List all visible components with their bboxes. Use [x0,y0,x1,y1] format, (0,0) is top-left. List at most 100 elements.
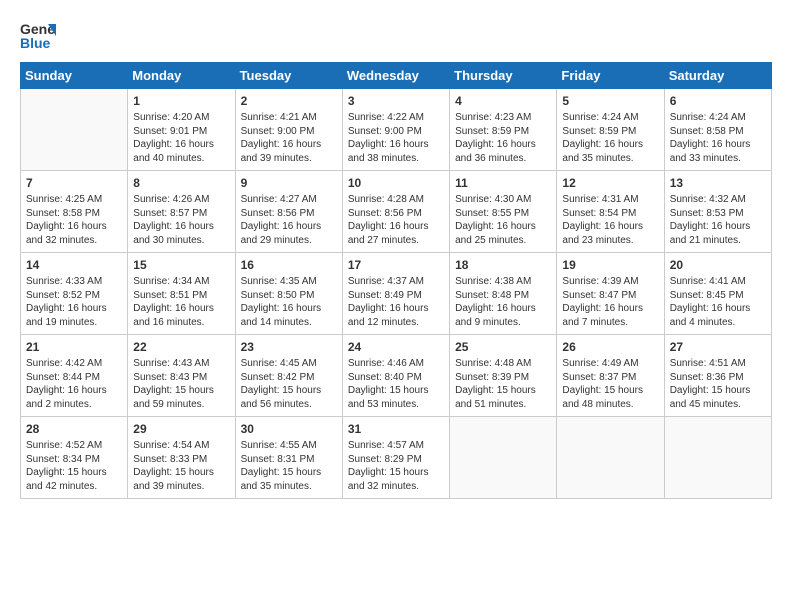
day-info: Sunrise: 4:34 AM Sunset: 8:51 PM Dayligh… [133,275,229,329]
day-info: Sunrise: 4:25 AM Sunset: 8:58 PM Dayligh… [26,193,122,247]
calendar-cell: 17 Sunrise: 4:37 AM Sunset: 8:49 PM Dayli… [342,253,449,335]
day-info: Sunrise: 4:37 AM Sunset: 8:49 PM Dayligh… [348,275,444,329]
day-info: Sunrise: 4:45 AM Sunset: 8:42 PM Dayligh… [241,357,337,411]
day-number: 29 [133,421,229,437]
calendar-cell: 4Sunrise: 4:23 AM Sunset: 8:59 PM Daylig… [450,89,557,171]
day-number: 7 [26,175,122,191]
calendar-cell: 23 Sunrise: 4:45 AM Sunset: 8:42 PM Dayli… [235,335,342,417]
calendar-cell: 29Sunrise: 4:54 AM Sunset: 8:33 PM Dayli… [128,417,235,499]
weekday-header-sunday: Sunday [21,63,128,89]
calendar-week-row: 7 Sunrise: 4:25 AM Sunset: 8:58 PM Daylig… [21,171,772,253]
day-number: 30 [241,421,337,437]
day-number: 5 [562,93,658,109]
day-number: 28 [26,421,122,437]
day-number: 22 [133,339,229,355]
calendar-cell [21,89,128,171]
day-info: Sunrise: 4:46 AM Sunset: 8:40 PM Dayligh… [348,357,444,411]
calendar-cell: 6 Sunrise: 4:24 AM Sunset: 8:58 PM Daylig… [664,89,771,171]
day-number: 16 [241,257,337,273]
calendar-cell: 28 Sunrise: 4:52 AM Sunset: 8:34 PM Dayli… [21,417,128,499]
day-info: Sunrise: 4:32 AM Sunset: 8:53 PM Dayligh… [670,193,766,247]
calendar-cell: 19Sunrise: 4:39 AM Sunset: 8:47 PM Dayli… [557,253,664,335]
day-info: Sunrise: 4:26 AM Sunset: 8:57 PM Dayligh… [133,193,229,247]
calendar-cell: 12 Sunrise: 4:31 AM Sunset: 8:54 PM Dayli… [557,171,664,253]
calendar-cell: 1 Sunrise: 4:20 AM Sunset: 9:01 PM Daylig… [128,89,235,171]
weekday-header-wednesday: Wednesday [342,63,449,89]
day-number: 13 [670,175,766,191]
day-info: Sunrise: 4:55 AM Sunset: 8:31 PM Dayligh… [241,439,337,493]
day-info: Sunrise: 4:39 AM Sunset: 8:47 PM Dayligh… [562,275,658,329]
day-info: Sunrise: 4:38 AM Sunset: 8:48 PM Dayligh… [455,275,551,329]
calendar-cell: 30 Sunrise: 4:55 AM Sunset: 8:31 PM Dayli… [235,417,342,499]
weekday-header-monday: Monday [128,63,235,89]
logo-icon: General Blue [20,16,56,52]
calendar-cell: 31 Sunrise: 4:57 AM Sunset: 8:29 PM Dayli… [342,417,449,499]
day-number: 8 [133,175,229,191]
day-number: 23 [241,339,337,355]
calendar-cell: 18 Sunrise: 4:38 AM Sunset: 8:48 PM Dayli… [450,253,557,335]
day-number: 21 [26,339,122,355]
calendar-cell: 14 Sunrise: 4:33 AM Sunset: 8:52 PM Dayli… [21,253,128,335]
day-info: Sunrise: 4:30 AM Sunset: 8:55 PM Dayligh… [455,193,551,247]
day-number: 2 [241,93,337,109]
day-number: 18 [455,257,551,273]
calendar-cell: 21 Sunrise: 4:42 AM Sunset: 8:44 PM Dayli… [21,335,128,417]
calendar-cell: 7 Sunrise: 4:25 AM Sunset: 8:58 PM Daylig… [21,171,128,253]
day-number: 1 [133,93,229,109]
day-info: Sunrise: 4:22 AM Sunset: 9:00 PM Dayligh… [348,111,444,165]
calendar-cell: 8 Sunrise: 4:26 AM Sunset: 8:57 PM Daylig… [128,171,235,253]
calendar-week-row: 1 Sunrise: 4:20 AM Sunset: 9:01 PM Daylig… [21,89,772,171]
calendar-cell [557,417,664,499]
calendar-cell: 5 Sunrise: 4:24 AM Sunset: 8:59 PM Daylig… [557,89,664,171]
day-number: 6 [670,93,766,109]
day-info: Sunrise: 4:33 AM Sunset: 8:52 PM Dayligh… [26,275,122,329]
day-number: 10 [348,175,444,191]
day-info: Sunrise: 4:28 AM Sunset: 8:56 PM Dayligh… [348,193,444,247]
day-info: Sunrise: 4:52 AM Sunset: 8:34 PM Dayligh… [26,439,122,493]
weekday-header-thursday: Thursday [450,63,557,89]
day-number: 25 [455,339,551,355]
weekday-header-saturday: Saturday [664,63,771,89]
calendar-header-row: SundayMondayTuesdayWednesdayThursdayFrid… [21,63,772,89]
calendar-cell: 16Sunrise: 4:35 AM Sunset: 8:50 PM Dayli… [235,253,342,335]
calendar-cell: 3 Sunrise: 4:22 AM Sunset: 9:00 PM Daylig… [342,89,449,171]
day-number: 26 [562,339,658,355]
calendar-cell: 10 Sunrise: 4:28 AM Sunset: 8:56 PM Dayli… [342,171,449,253]
logo: General Blue [20,16,62,52]
day-number: 20 [670,257,766,273]
day-number: 14 [26,257,122,273]
weekday-header-tuesday: Tuesday [235,63,342,89]
calendar-cell: 13 Sunrise: 4:32 AM Sunset: 8:53 PM Dayli… [664,171,771,253]
day-number: 3 [348,93,444,109]
calendar-cell: 9 Sunrise: 4:27 AM Sunset: 8:56 PM Daylig… [235,171,342,253]
day-info: Sunrise: 4:42 AM Sunset: 8:44 PM Dayligh… [26,357,122,411]
day-number: 9 [241,175,337,191]
calendar-cell: 11 Sunrise: 4:30 AM Sunset: 8:55 PM Dayli… [450,171,557,253]
day-info: Sunrise: 4:24 AM Sunset: 8:59 PM Dayligh… [562,111,658,165]
calendar-week-row: 28 Sunrise: 4:52 AM Sunset: 8:34 PM Dayli… [21,417,772,499]
day-number: 31 [348,421,444,437]
day-info: Sunrise: 4:21 AM Sunset: 9:00 PM Dayligh… [241,111,337,165]
day-info: Sunrise: 4:49 AM Sunset: 8:37 PM Dayligh… [562,357,658,411]
calendar-cell [450,417,557,499]
day-info: Sunrise: 4:20 AM Sunset: 9:01 PM Dayligh… [133,111,229,165]
day-info: Sunrise: 4:31 AM Sunset: 8:54 PM Dayligh… [562,193,658,247]
calendar-cell: 2 Sunrise: 4:21 AM Sunset: 9:00 PM Daylig… [235,89,342,171]
calendar-week-row: 14 Sunrise: 4:33 AM Sunset: 8:52 PM Dayli… [21,253,772,335]
calendar-cell: 25 Sunrise: 4:48 AM Sunset: 8:39 PM Dayli… [450,335,557,417]
day-info: Sunrise: 4:23 AM Sunset: 8:59 PM Dayligh… [455,111,551,165]
weekday-header-friday: Friday [557,63,664,89]
calendar-table: SundayMondayTuesdayWednesdayThursdayFrid… [20,62,772,499]
day-number: 17 [348,257,444,273]
day-number: 12 [562,175,658,191]
day-info: Sunrise: 4:27 AM Sunset: 8:56 PM Dayligh… [241,193,337,247]
header: General Blue [20,16,772,52]
day-info: Sunrise: 4:57 AM Sunset: 8:29 PM Dayligh… [348,439,444,493]
calendar-cell: 27Sunrise: 4:51 AM Sunset: 8:36 PM Dayli… [664,335,771,417]
day-info: Sunrise: 4:41 AM Sunset: 8:45 PM Dayligh… [670,275,766,329]
day-info: Sunrise: 4:48 AM Sunset: 8:39 PM Dayligh… [455,357,551,411]
day-number: 11 [455,175,551,191]
calendar-cell: 20 Sunrise: 4:41 AM Sunset: 8:45 PM Dayli… [664,253,771,335]
day-number: 15 [133,257,229,273]
day-info: Sunrise: 4:24 AM Sunset: 8:58 PM Dayligh… [670,111,766,165]
